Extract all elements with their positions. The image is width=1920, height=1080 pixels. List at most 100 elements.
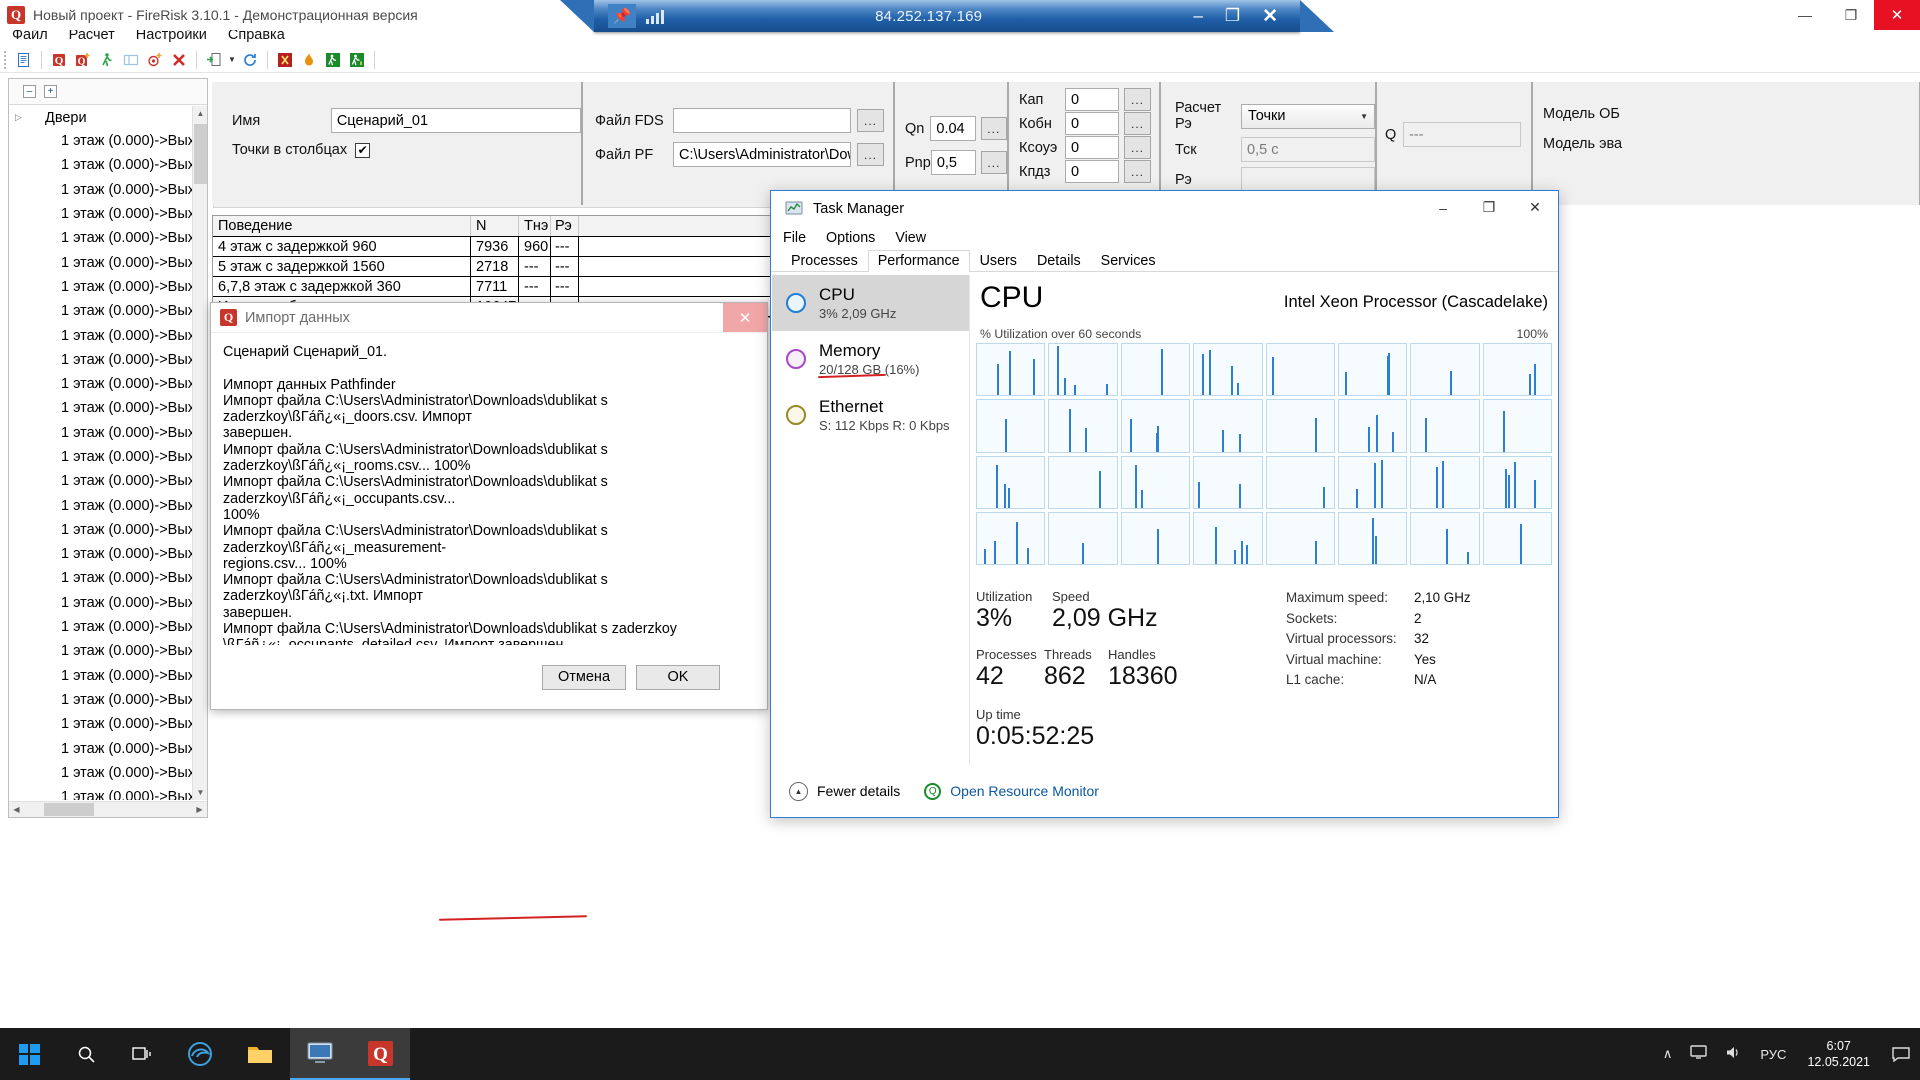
rdp-close-button[interactable]: ✕ — [1262, 5, 1278, 28]
scroll-up-icon[interactable]: ▲ — [193, 106, 207, 121]
tree-horizontal-scrollbar[interactable]: ◀ ▶ — [9, 801, 207, 817]
taskbar-app-remote-desktop[interactable] — [290, 1028, 350, 1080]
kpdz-input[interactable]: 0 — [1065, 160, 1119, 183]
tree-item-door[interactable]: 1 этаж (0.000)->Выход №2 — [9, 566, 207, 590]
kobn-input[interactable]: 0 — [1065, 112, 1119, 135]
tree-item-door[interactable]: 1 этаж (0.000)->Выход №2 — [9, 761, 207, 785]
new-project-icon[interactable]: Q — [72, 49, 94, 71]
tree-item-door[interactable]: 1 этаж (0.000)->Выход №1 — [9, 202, 207, 226]
target-add-icon[interactable] — [144, 49, 166, 71]
tree-item-door[interactable]: 1 этаж (0.000)->Выход №1 — [9, 178, 207, 202]
pf-browse-button[interactable]: ... — [857, 143, 884, 166]
tree-item-door[interactable]: 1 этаж (0.000)->Выход №1 — [9, 421, 207, 445]
tree-vertical-scrollbar[interactable]: ▲ ▼ — [192, 106, 207, 800]
tree-item-door[interactable]: 1 этаж (0.000)->Выход №1 — [9, 153, 207, 177]
tab-processes[interactable]: Processes — [781, 250, 868, 272]
person-walk-icon[interactable] — [96, 49, 118, 71]
re-input[interactable] — [1241, 167, 1375, 192]
expand-all-button[interactable]: + — [44, 85, 57, 98]
tab-users[interactable]: Users — [970, 250, 1027, 272]
tree-item-door[interactable]: 1 этаж (0.000)->Выход №2 — [9, 736, 207, 760]
new-document-icon[interactable] — [13, 49, 35, 71]
tm-minimize-button[interactable]: – — [1420, 191, 1466, 224]
tree-item-door[interactable]: 1 этаж (0.000)->Выход №1 — [9, 372, 207, 396]
pnp-browse-button[interactable]: ... — [980, 151, 1007, 174]
tree-hscroll-thumb[interactable] — [44, 803, 94, 816]
raschet-select[interactable]: Точки ▼ — [1240, 103, 1375, 129]
tray-chevron-up-icon[interactable]: ∧ — [1654, 1046, 1682, 1062]
tree-item-door[interactable]: 1 этаж (0.000)->Выход №2 — [9, 664, 207, 688]
tree-item-door[interactable]: 1 этаж (0.000)->Выход №1 — [9, 469, 207, 493]
tab-performance[interactable]: Performance — [867, 250, 970, 272]
column-header-n[interactable]: N — [471, 216, 519, 236]
exit-running-icon[interactable] — [346, 49, 368, 71]
tm-close-button[interactable]: ✕ — [1512, 191, 1558, 224]
chevron-up-icon[interactable]: ▲ — [789, 781, 808, 801]
qn-browse-button[interactable]: ... — [980, 117, 1007, 140]
taskbar-app-firerisk[interactable]: Q — [350, 1028, 410, 1080]
tree-item-door[interactable]: 1 этаж (0.000)->Выход №2 — [9, 639, 207, 663]
tree-item-door[interactable]: 1 этаж (0.000)->Выход №1 — [9, 250, 207, 274]
language-indicator[interactable]: РУС — [1751, 1047, 1795, 1062]
tm-maximize-button[interactable]: ❐ — [1466, 191, 1512, 224]
triangle-right-icon[interactable]: ▷ — [15, 112, 31, 123]
resource-item-cpu[interactable]: CPU 3% 2,09 GHz — [772, 275, 969, 331]
name-input[interactable]: Сценарий_01 — [330, 108, 581, 133]
resource-item-ethernet[interactable]: Ethernet S: 112 Kbps R: 0 Kbps — [772, 387, 969, 443]
tsk-input[interactable]: 0,5 с — [1241, 137, 1375, 162]
tab-services[interactable]: Services — [1091, 250, 1166, 272]
import-dialog-close-button[interactable]: ✕ — [723, 303, 767, 332]
start-button[interactable] — [0, 1028, 58, 1080]
flame-icon[interactable] — [298, 49, 320, 71]
notification-center-button[interactable] — [1882, 1028, 1920, 1080]
fewer-details-button[interactable]: Fewer details — [817, 783, 900, 799]
floorplan-icon[interactable] — [120, 49, 142, 71]
tm-menu-view[interactable]: View — [895, 230, 926, 246]
rdp-restore-button[interactable]: ❐ — [1225, 6, 1240, 26]
refresh-icon[interactable] — [239, 49, 261, 71]
app-close-button[interactable]: ✕ — [1874, 0, 1920, 30]
scroll-right-icon[interactable]: ▶ — [192, 802, 207, 817]
ok-button[interactable]: OK — [636, 664, 720, 690]
open-project-icon[interactable]: Q — [48, 49, 70, 71]
tree-item-door[interactable]: 1 этаж (0.000)->Выход №1 — [9, 129, 207, 153]
collapse-all-button[interactable]: – — [23, 85, 36, 98]
chevron-down-icon[interactable]: ▼ — [227, 49, 237, 71]
tree-item-door[interactable]: 1 этаж (0.000)->Выход №1 — [9, 323, 207, 347]
resource-item-memory[interactable]: Memory 20/128 GB (16%) — [772, 331, 969, 387]
column-header-behaviour[interactable]: Поведение — [213, 216, 471, 236]
column-header-tne[interactable]: Тнэ — [519, 216, 551, 236]
pf-input[interactable]: C:\Users\Administrator\Downloads\d — [673, 142, 851, 167]
fds-input[interactable] — [673, 108, 851, 133]
points-checkbox[interactable]: ✔ — [355, 142, 371, 158]
exit-green-icon[interactable] — [322, 49, 344, 71]
fire-hazard-icon[interactable] — [274, 49, 296, 71]
monitor-icon[interactable] — [1681, 1045, 1716, 1063]
taskbar-clock[interactable]: 6:07 12.05.2021 — [1795, 1038, 1882, 1070]
cancel-button[interactable]: Отмена — [542, 664, 626, 690]
q-input[interactable]: --- — [1403, 122, 1521, 147]
kap-browse-button[interactable]: ... — [1124, 88, 1151, 111]
tree-item-door[interactable]: 1 этаж (0.000)->Выход №1 — [9, 445, 207, 469]
tree-item-door[interactable]: 1 этаж (0.000)->Выход №2 — [9, 785, 207, 800]
kpdz-browse-button[interactable]: ... — [1124, 160, 1151, 183]
tab-details[interactable]: Details — [1027, 250, 1091, 272]
tree-item-door[interactable]: 1 этаж (0.000)->Выход №1 — [9, 493, 207, 517]
tree-item-door[interactable]: 1 этаж (0.000)->Выход №1 — [9, 542, 207, 566]
tree-item-door[interactable]: 1 этаж (0.000)->Выход №1 — [9, 226, 207, 250]
rdp-minimize-button[interactable]: – — [1193, 6, 1202, 26]
tm-menu-options[interactable]: Options — [826, 230, 875, 246]
app-restore-button[interactable]: ❐ — [1828, 0, 1874, 30]
tm-menu-file[interactable]: File — [783, 230, 806, 246]
kap-input[interactable]: 0 — [1065, 88, 1119, 111]
import-people-icon[interactable] — [203, 49, 225, 71]
delete-icon[interactable] — [168, 49, 190, 71]
tree-item-door[interactable]: 1 этаж (0.000)->Выход №1 — [9, 518, 207, 542]
tree-item-door[interactable]: 1 этаж (0.000)->Выход №1 — [9, 275, 207, 299]
tree-item-door[interactable]: 1 этаж (0.000)->Выход №2 — [9, 712, 207, 736]
column-header-re[interactable]: Рэ — [551, 216, 579, 236]
ksouye-browse-button[interactable]: ... — [1124, 136, 1151, 159]
pin-icon[interactable]: 📌 — [608, 4, 636, 28]
task-view-button[interactable] — [114, 1028, 170, 1080]
taskbar-app-edge[interactable] — [170, 1028, 230, 1080]
